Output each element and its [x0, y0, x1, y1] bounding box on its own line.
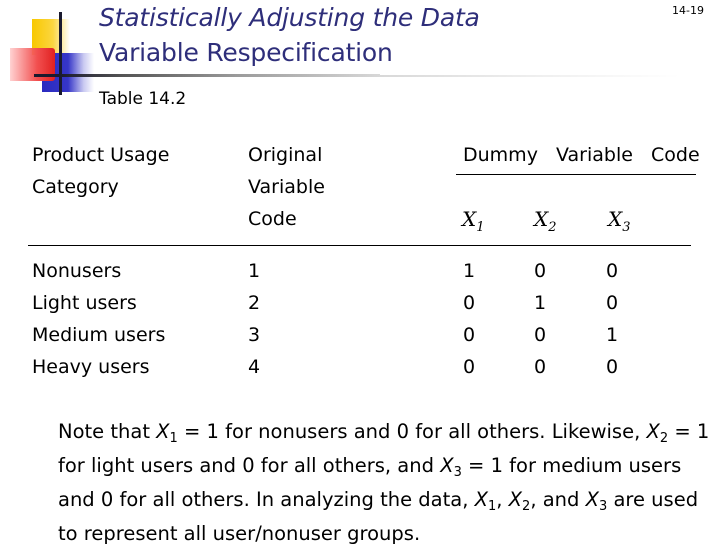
var-base: X: [534, 207, 549, 231]
note-text: Note that: [58, 420, 157, 443]
dummy-header-rule: [456, 174, 696, 175]
table-header-rule: [28, 245, 691, 246]
slide-subtitle: Variable Respecification: [99, 38, 393, 67]
header-line: Category: [32, 176, 119, 198]
cell-x1: 0: [463, 292, 476, 314]
title-divider-fade: [380, 75, 680, 77]
cell-x2: 1: [534, 292, 547, 314]
table-caption: Table 14.2: [99, 89, 187, 109]
note-variable: X: [646, 420, 660, 443]
var-subscript: 2: [548, 220, 557, 235]
cell-x2: 0: [534, 324, 547, 346]
note-variable: X: [440, 454, 454, 477]
header-x3: X3: [608, 203, 631, 244]
note-subscript: 3: [453, 465, 462, 480]
title-divider: [60, 74, 380, 77]
cell-x3: 0: [606, 260, 619, 282]
var-base: X: [608, 207, 623, 231]
cell-category: Heavy users: [32, 356, 150, 378]
header-line: Original: [248, 144, 323, 166]
note-subscript: 2: [659, 431, 669, 446]
logo-vertical-line: [59, 12, 62, 95]
note-variable: X: [156, 420, 170, 443]
cell-x1: 0: [463, 324, 476, 346]
cell-x2: 0: [534, 356, 547, 378]
note-variable: X: [585, 488, 599, 511]
slide-logo-decoration: [0, 0, 110, 100]
note-paragraph: Note that X1 = 1 for nonusers and 0 for …: [58, 418, 718, 547]
note-text: ,: [496, 488, 509, 511]
note-subscript: 1: [169, 431, 178, 446]
cell-x3: 0: [606, 292, 619, 314]
cell-x1: 0: [463, 356, 476, 378]
note-text: , and: [530, 488, 586, 511]
header-x1: X1: [462, 203, 485, 244]
cell-original-code: 1: [248, 260, 261, 282]
cell-original-code: 4: [248, 356, 261, 378]
slide-number: 14-19: [672, 4, 704, 17]
header-product-usage-category: Product Usage Category: [32, 139, 169, 203]
slide-title: Statistically Adjusting the Data: [99, 3, 480, 32]
cell-category: Light users: [32, 292, 137, 314]
cell-category: Medium users: [32, 324, 166, 346]
header-line: Variable: [248, 176, 325, 198]
table-row: Nonusers 1 1 0 0: [0, 255, 720, 287]
cell-original-code: 3: [248, 324, 261, 346]
var-subscript: 1: [476, 220, 485, 235]
header-x2: X2: [534, 203, 557, 244]
header-dummy-variable-code: Dummy Variable Code: [463, 144, 700, 166]
note-text: = 1 for nonusers and 0 for all others. L…: [177, 420, 647, 443]
cell-x3: 1: [606, 324, 619, 346]
var-subscript: 3: [622, 220, 631, 235]
table-body: Nonusers 1 1 0 0 Light users 2 0 1 0 Med…: [0, 255, 720, 383]
header-line: Code: [248, 208, 297, 230]
table-row: Heavy users 4 0 0 0: [0, 351, 720, 383]
header-original-variable-code: Original Variable Code: [248, 139, 325, 235]
cell-x3: 0: [606, 356, 619, 378]
cell-x2: 0: [534, 260, 547, 282]
cell-x1: 1: [463, 260, 476, 282]
note-variable: X: [508, 488, 523, 511]
cell-category: Nonusers: [32, 260, 122, 282]
note-variable: X: [474, 488, 488, 511]
note-subscript: 3: [598, 499, 608, 514]
table-row: Medium users 3 0 0 1: [0, 319, 720, 351]
table-row: Light users 2 0 1 0: [0, 287, 720, 319]
header-line: Product Usage: [32, 144, 170, 166]
var-base: X: [462, 207, 477, 231]
cell-original-code: 2: [248, 292, 261, 314]
